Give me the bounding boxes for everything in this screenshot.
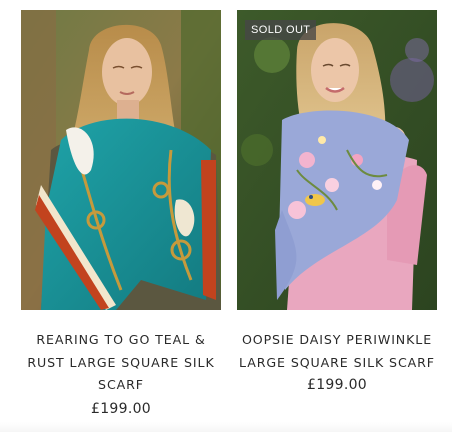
product-image[interactable] bbox=[21, 10, 221, 310]
product-card[interactable]: SOLD OUT OOPSIE DAISY PERIWINKLE LARGE S… bbox=[237, 10, 437, 393]
product-title[interactable]: REARING TO GO TEAL & RUST LARGE SQUARE S… bbox=[21, 329, 221, 397]
product-image[interactable]: SOLD OUT bbox=[237, 10, 437, 310]
sold-out-badge: SOLD OUT bbox=[245, 20, 317, 40]
product-photo-periwinkle-scarf bbox=[237, 10, 437, 310]
bottom-fade bbox=[0, 422, 452, 432]
product-photo-teal-scarf bbox=[21, 10, 221, 310]
product-price: £199.00 bbox=[307, 377, 367, 393]
product-price: £199.00 bbox=[91, 400, 151, 417]
product-title[interactable]: OOPSIE DAISY PERIWINKLE LARGE SQUARE SIL… bbox=[237, 329, 437, 374]
product-grid: REARING TO GO TEAL & RUST LARGE SQUARE S… bbox=[0, 0, 452, 432]
product-card[interactable]: REARING TO GO TEAL & RUST LARGE SQUARE S… bbox=[21, 10, 221, 417]
